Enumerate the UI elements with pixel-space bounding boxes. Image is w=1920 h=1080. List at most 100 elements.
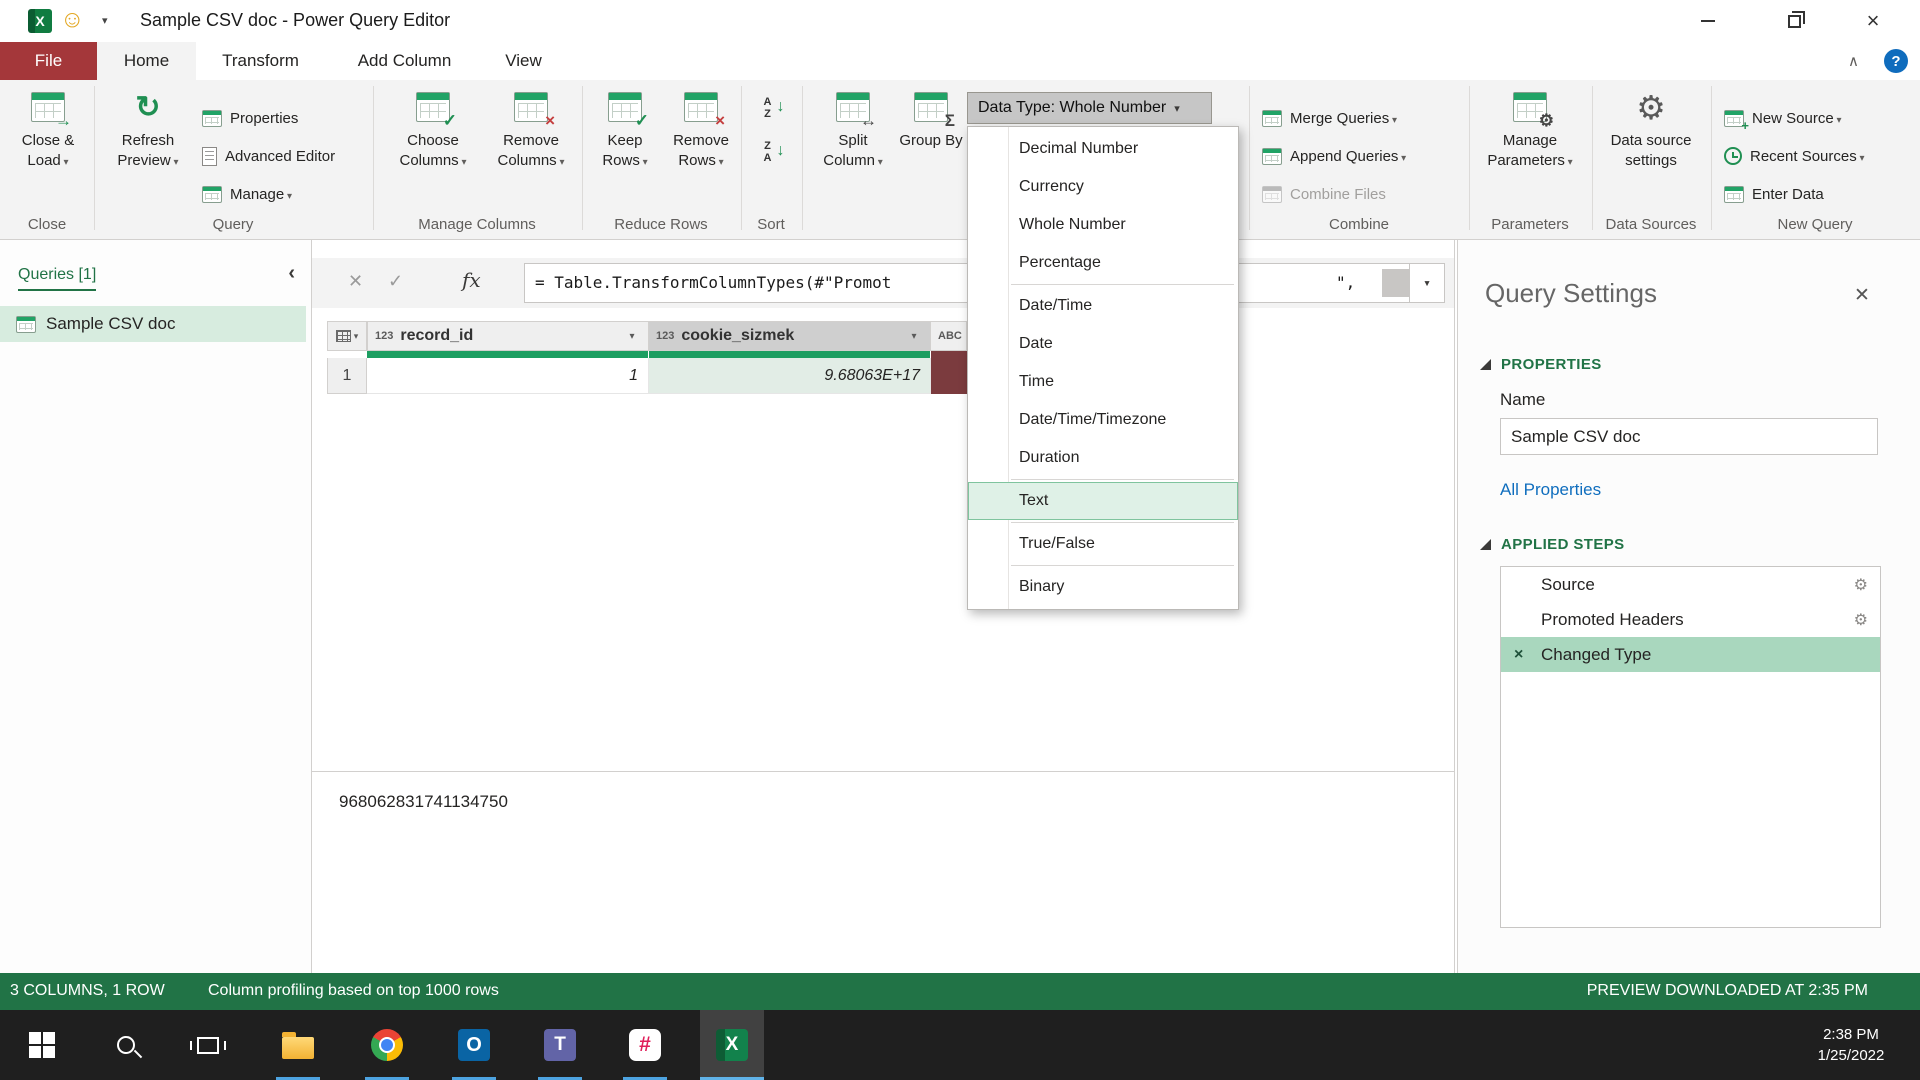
excel-button[interactable]: X [700,1010,764,1080]
remove-columns-button[interactable]: × Remove Columns [486,88,576,170]
sort-descending-button[interactable]: ZA↓ [752,140,796,164]
query-name-input[interactable] [1500,418,1878,455]
tab-transform[interactable]: Transform [196,42,325,80]
merge-queries-button[interactable]: Merge Queries [1262,106,1397,130]
menu-item-true-false[interactable]: True/False [968,525,1238,563]
feedback-smiley-icon[interactable]: ☺ [60,6,85,35]
menu-item-text[interactable]: Text [968,482,1238,520]
menu-item-currency[interactable]: Currency [968,168,1238,206]
status-profiling-link[interactable]: Column profiling based on top 1000 rows [208,982,499,1000]
formula-scroll-thumb[interactable] [1382,269,1410,297]
properties-section-header[interactable]: PROPERTIES [1480,356,1602,373]
formula-text: = Table.TransformColumnTypes(#"Promot [535,273,891,292]
menu-item-decimal-number[interactable]: Decimal Number [968,130,1238,168]
step-promoted-headers[interactable]: Promoted Headers ⚙ [1501,602,1880,637]
menu-item-time[interactable]: Time [968,363,1238,401]
menu-item-whole-number[interactable]: Whole Number [968,206,1238,244]
menu-item-date[interactable]: Date [968,325,1238,363]
tab-home[interactable]: Home [97,42,196,80]
task-view-button[interactable] [178,1010,238,1080]
men-item-percentage[interactable]: Percentage [968,244,1238,282]
chrome-button[interactable] [357,1010,417,1080]
new-source-button[interactable]: + New Source [1724,106,1842,130]
column-header-cookie-sizmek[interactable]: 123 cookie_sizmek ▾ [649,321,931,351]
row-number-cell[interactable]: 1 [327,358,367,394]
taskbar-clock[interactable]: 2:38 PM 1/25/2022 [1796,1010,1906,1080]
restore-button[interactable] [1764,0,1824,42]
column-header-partial[interactable]: ABC [931,321,967,351]
group-by-button[interactable]: Σ Group By [898,88,964,151]
data-type-button[interactable]: Data Type: Whole Number [967,92,1212,124]
all-properties-link[interactable]: All Properties [1500,480,1601,500]
column-filter-button[interactable]: ▾ [623,327,641,345]
step-changed-type[interactable]: × Changed Type [1501,637,1880,672]
advanced-editor-icon [202,147,217,166]
help-button[interactable]: ? [1884,49,1908,73]
split-column-button[interactable]: ↔ Split Column [814,88,892,170]
teams-button[interactable]: T [530,1010,590,1080]
refresh-preview-button[interactable]: ↻ Refresh Preview [102,88,194,170]
manage-button[interactable]: Manage [202,182,292,206]
tab-view[interactable]: View [484,42,563,80]
column-type-icon-text[interactable]: ABC [938,330,962,342]
step-settings-gear-icon[interactable]: ⚙ [1854,575,1868,595]
column-type-icon-number[interactable]: 123 [656,330,674,342]
recent-sources-button[interactable]: Recent Sources [1724,144,1865,168]
step-settings-gear-icon[interactable]: ⚙ [1854,610,1868,630]
choose-columns-icon: ✓ [416,88,450,126]
remove-rows-icon: × [684,88,718,126]
clock-time: 2:38 PM [1823,1026,1879,1043]
outlook-button[interactable]: O [444,1010,504,1080]
append-queries-button[interactable]: Append Queries [1262,144,1406,168]
menu-item-duration[interactable]: Duration [968,439,1238,477]
menu-item-date-time-timezone[interactable]: Date/Time/Timezone [968,401,1238,439]
search-button[interactable] [96,1010,156,1080]
column-quality-bar [367,351,648,358]
sort-ascending-button[interactable]: AZ↓ [752,96,796,120]
close-query-settings-icon[interactable]: ✕ [1854,284,1870,307]
cell-record-id[interactable]: 1 [367,358,649,394]
minimize-button[interactable] [1678,0,1738,42]
combine-files-button: Combine Files [1262,182,1386,206]
menu-item-date-time[interactable]: Date/Time [968,287,1238,325]
select-all-button[interactable]: ▾ [327,321,367,351]
close-window-button[interactable]: × [1843,0,1903,42]
cell-cookie-sizmek[interactable]: 9.68063E+17 [649,358,931,394]
restore-icon [1788,15,1801,28]
step-source[interactable]: Source ⚙ [1501,567,1880,602]
slack-button[interactable]: # [615,1010,675,1080]
advanced-editor-button[interactable]: Advanced Editor [202,144,335,168]
tab-file[interactable]: File [0,42,97,80]
keep-rows-button[interactable]: ✓ Keep Rows [590,88,660,170]
quick-access-caret-icon[interactable]: ▾ [102,14,108,27]
manage-parameters-button[interactable]: ⚙ Manage Parameters [1478,88,1582,170]
menu-item-binary[interactable]: Binary [968,568,1238,606]
choose-columns-button[interactable]: ✓ Choose Columns [388,88,478,170]
applied-steps-section-header[interactable]: APPLIED STEPS [1480,536,1625,553]
commit-formula-icon[interactable]: ✓ [388,271,403,292]
query-list-item-sample-csv-doc[interactable]: Sample CSV doc [0,306,306,342]
close-and-load-button[interactable]: → Close & Load [6,88,90,170]
data-source-settings-button[interactable]: ⚙ Data source settings [1598,88,1704,170]
formula-text-continued: ", [1336,273,1355,292]
properties-button[interactable]: Properties [202,106,298,130]
menu-separator [1011,522,1234,523]
column-header-record-id[interactable]: 123 record_id ▾ [367,321,649,351]
enter-data-button[interactable]: Enter Data [1724,182,1824,206]
remove-rows-button[interactable]: × Remove Rows [664,88,738,170]
preview-pane-divider[interactable] [312,771,1454,772]
collapse-ribbon-icon[interactable]: ∧ [1848,52,1859,70]
file-explorer-button[interactable] [268,1010,328,1080]
column-filter-button[interactable]: ▾ [905,327,923,345]
cancel-formula-icon[interactable]: ✕ [348,271,363,292]
split-column-icon: ↔ [836,88,870,126]
column-type-icon-number[interactable]: 123 [375,330,393,342]
tab-add-column[interactable]: Add Column [325,42,484,80]
delete-step-icon[interactable]: × [1514,646,1523,664]
group-by-icon: Σ [914,88,948,126]
expand-formula-bar-button[interactable]: ▾ [1409,264,1444,302]
start-button[interactable] [12,1010,72,1080]
collapse-queries-pane-icon[interactable]: ‹ [288,262,295,285]
status-bar: 3 COLUMNS, 1 ROW Column profiling based … [0,973,1920,1010]
group-separator [582,86,583,230]
